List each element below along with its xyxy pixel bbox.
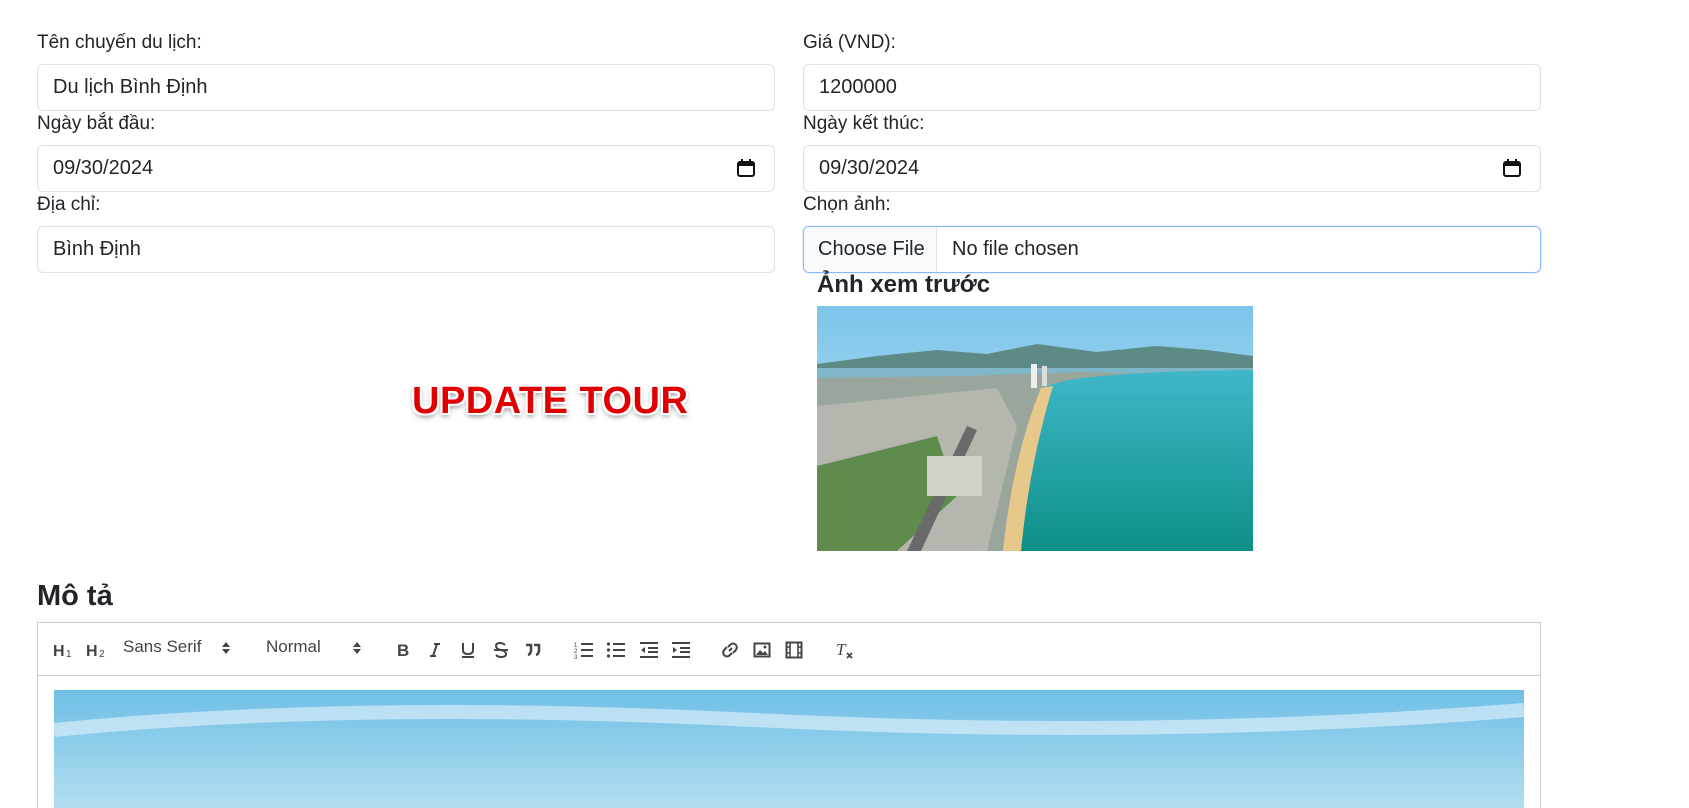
preview-image [817, 306, 1253, 551]
image-label: Chọn ảnh: [803, 194, 891, 215]
coastal-city-photo [817, 306, 1253, 551]
editor-content[interactable] [38, 676, 1540, 808]
svg-text:1: 1 [66, 649, 72, 659]
indent-icon[interactable] [670, 639, 692, 661]
svg-text:B: B [397, 641, 409, 659]
video-icon[interactable] [784, 639, 804, 661]
italic-icon[interactable] [425, 639, 445, 661]
page-title: UPDATE TOUR [412, 380, 689, 422]
font-select-value: Sans Serif [123, 637, 202, 656]
editor-toolbar: H1 H2 Sans Serif Normal B 123 T [38, 623, 1540, 676]
svg-text:H: H [53, 643, 65, 659]
link-icon[interactable] [720, 639, 740, 661]
price-label: Giá (VND): [803, 32, 896, 53]
address-input[interactable]: Bình Định [37, 226, 775, 273]
size-select-value: Normal [266, 637, 321, 656]
strike-icon[interactable] [491, 639, 511, 661]
blockquote-icon[interactable] [523, 639, 543, 661]
end-date-value: 09/30/2024 [819, 157, 920, 179]
end-date-label: Ngày kết thúc: [803, 113, 925, 134]
svg-text:3: 3 [574, 655, 578, 659]
description-title: Mô tả [37, 580, 113, 612]
preview-title: Ảnh xem trước [817, 271, 991, 298]
image-icon[interactable] [752, 639, 772, 661]
rich-text-editor: H1 H2 Sans Serif Normal B 123 T [37, 622, 1541, 808]
image-file-input[interactable]: Choose File No file chosen [803, 226, 1541, 273]
start-date-input[interactable]: 09/30/2024 [37, 145, 775, 192]
embedded-image [54, 690, 1524, 808]
price-input[interactable]: 1200000 [803, 64, 1541, 111]
file-status: No file chosen [952, 238, 1079, 260]
size-select[interactable]: Normal [266, 637, 364, 657]
h1-icon[interactable]: H1 [52, 639, 76, 661]
tour-name-label: Tên chuyến du lịch: [37, 32, 202, 53]
select-arrows-icon [222, 642, 230, 654]
underline-icon[interactable] [458, 639, 478, 661]
calendar-icon[interactable] [736, 158, 756, 178]
ordered-list-icon[interactable]: 123 [573, 639, 595, 661]
choose-file-button[interactable]: Choose File [804, 227, 937, 272]
tour-name-input[interactable]: Du lịch Bình Định [37, 64, 775, 111]
svg-text:2: 2 [99, 649, 105, 659]
bullet-list-icon[interactable] [605, 639, 627, 661]
start-date-label: Ngày bắt đầu: [37, 113, 156, 134]
svg-text:T: T [836, 640, 847, 659]
outdent-icon[interactable] [638, 639, 660, 661]
calendar-icon[interactable] [1502, 158, 1522, 178]
start-date-value: 09/30/2024 [53, 157, 154, 179]
select-arrows-icon [353, 642, 361, 654]
clear-format-icon[interactable]: T [835, 639, 855, 661]
end-date-input[interactable]: 09/30/2024 [803, 145, 1541, 192]
font-select[interactable]: Sans Serif [123, 637, 235, 657]
bold-icon[interactable]: B [393, 639, 413, 661]
h2-icon[interactable]: H2 [85, 639, 109, 661]
svg-text:H: H [86, 643, 98, 659]
address-label: Địa chỉ: [37, 194, 101, 215]
